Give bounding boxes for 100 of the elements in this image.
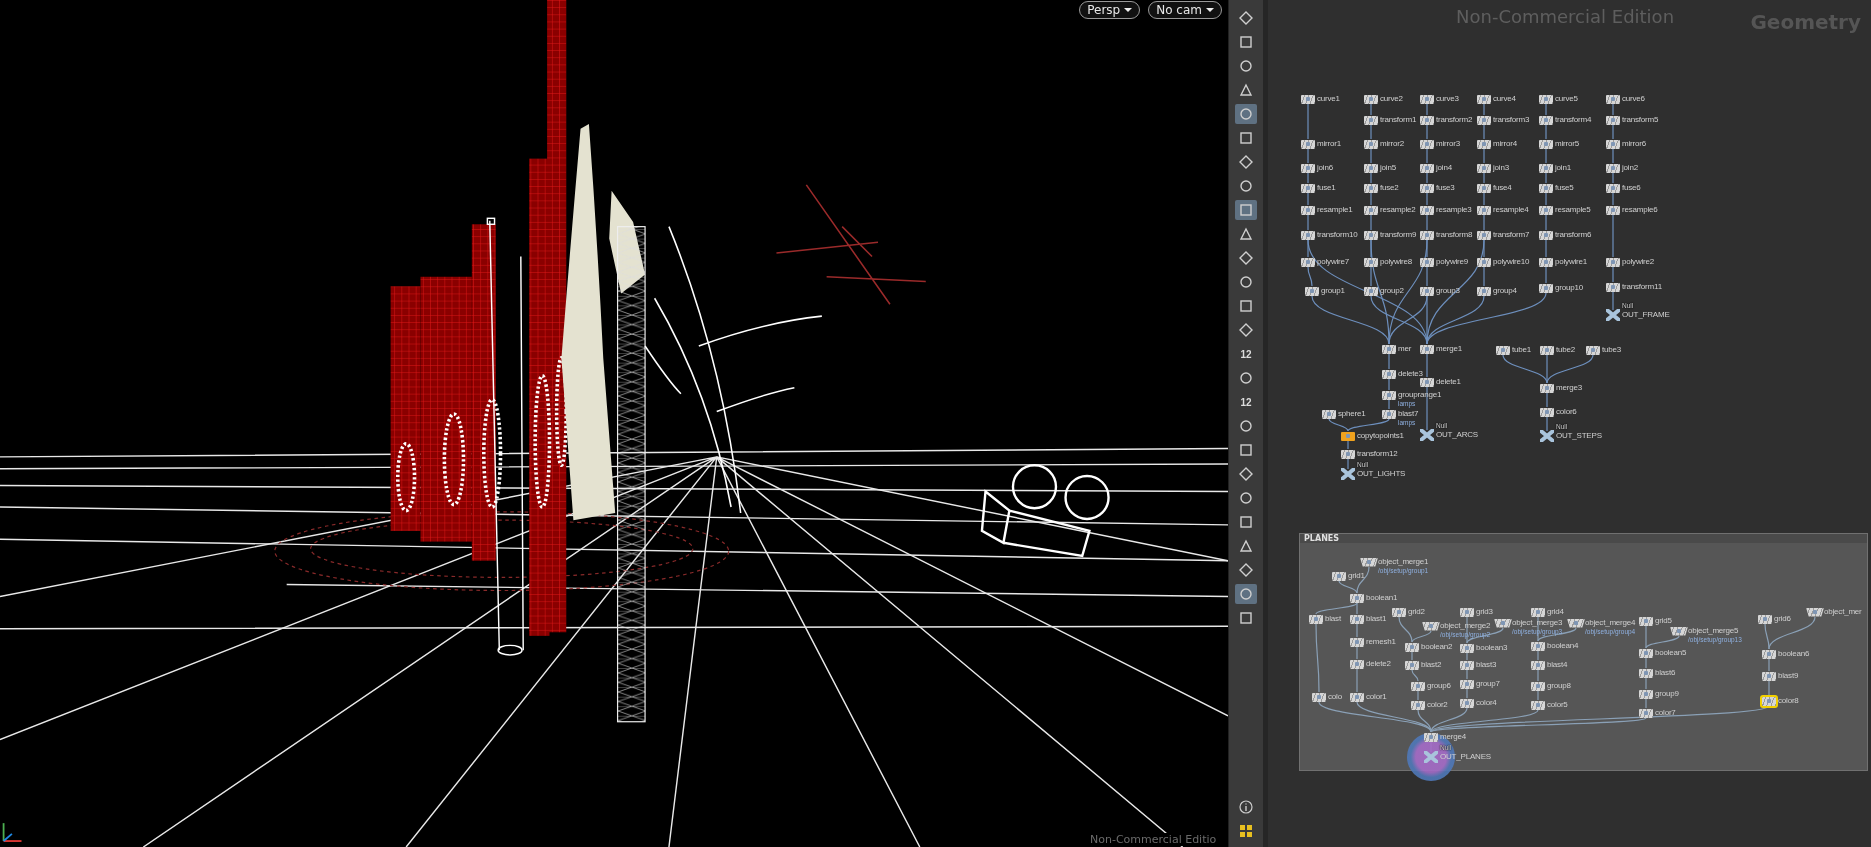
network-node[interactable] [1420, 94, 1434, 104]
tool-button[interactable]: 12 [1235, 344, 1257, 364]
network-node[interactable] [1364, 257, 1378, 267]
network-node[interactable] [1420, 286, 1434, 296]
network-node[interactable] [1305, 286, 1319, 296]
network-node[interactable] [1539, 94, 1553, 104]
network-node[interactable] [1531, 641, 1545, 651]
network-node[interactable] [1477, 139, 1491, 149]
network-node[interactable] [1382, 390, 1396, 400]
camera-menu[interactable]: No cam [1148, 1, 1222, 19]
network-node[interactable] [1539, 230, 1553, 240]
network-node[interactable] [1422, 621, 1440, 631]
network-node[interactable] [1531, 607, 1545, 617]
network-node[interactable] [1539, 163, 1553, 173]
network-node[interactable] [1341, 431, 1355, 441]
network-node[interactable] [1301, 230, 1315, 240]
network-node[interactable] [1420, 163, 1434, 173]
network-node[interactable] [1332, 571, 1346, 581]
network-node[interactable] [1420, 139, 1434, 149]
network-node[interactable] [1301, 163, 1315, 173]
network-node[interactable] [1350, 692, 1364, 702]
network-node[interactable] [1606, 139, 1620, 149]
network-node[interactable] [1420, 257, 1434, 267]
network-node[interactable] [1411, 681, 1425, 691]
network-node[interactable] [1350, 593, 1364, 603]
network-node[interactable] [1539, 205, 1553, 215]
network-node[interactable] [1531, 700, 1545, 710]
network-node[interactable] [1639, 708, 1653, 718]
network-node[interactable] [1420, 183, 1434, 193]
network-editor[interactable] [1268, 0, 1871, 847]
network-node[interactable] [1477, 183, 1491, 193]
network-node[interactable] [1420, 205, 1434, 215]
network-node[interactable] [1301, 183, 1315, 193]
network-node[interactable] [1606, 94, 1620, 104]
network-node[interactable] [1350, 614, 1364, 624]
network-node[interactable] [1405, 660, 1419, 670]
network-node[interactable] [1424, 751, 1438, 763]
network-node[interactable] [1460, 607, 1474, 617]
network-node[interactable] [1350, 659, 1364, 669]
network-node[interactable] [1420, 230, 1434, 240]
view-menu[interactable]: Persp [1079, 1, 1141, 19]
network-node[interactable] [1405, 642, 1419, 652]
network-node[interactable] [1477, 257, 1491, 267]
network-node[interactable] [1539, 139, 1553, 149]
network-node[interactable] [1460, 660, 1474, 670]
network-node[interactable] [1606, 282, 1620, 292]
network-node[interactable] [1539, 257, 1553, 267]
network-node[interactable] [1567, 618, 1585, 628]
network-node[interactable] [1477, 286, 1491, 296]
network-node[interactable] [1424, 732, 1438, 742]
tool-button[interactable] [1235, 584, 1257, 604]
network-node[interactable] [1540, 345, 1554, 355]
network-node[interactable] [1540, 407, 1554, 417]
tool-button[interactable] [1235, 104, 1257, 124]
network-node[interactable] [1639, 648, 1653, 658]
network-node[interactable] [1301, 205, 1315, 215]
network-node[interactable] [1539, 283, 1553, 293]
network-node[interactable] [1460, 698, 1474, 708]
network-node[interactable] [1420, 344, 1434, 354]
network-node[interactable] [1477, 205, 1491, 215]
network-node[interactable] [1639, 616, 1653, 626]
network-node[interactable] [1670, 626, 1688, 636]
network-node[interactable] [1364, 286, 1378, 296]
network-node[interactable] [1382, 409, 1396, 419]
network-node[interactable] [1762, 671, 1776, 681]
network-node[interactable] [1411, 700, 1425, 710]
network-node[interactable] [1496, 345, 1510, 355]
network-node[interactable] [1360, 557, 1378, 567]
network-node[interactable] [1586, 345, 1600, 355]
network-node[interactable] [1382, 344, 1396, 354]
network-node[interactable] [1301, 139, 1315, 149]
network-node[interactable] [1460, 679, 1474, 689]
network-node[interactable] [1364, 230, 1378, 240]
network-node[interactable] [1758, 614, 1772, 624]
network-node[interactable] [1477, 94, 1491, 104]
network-node[interactable] [1477, 230, 1491, 240]
network-node[interactable] [1301, 257, 1315, 267]
network-node[interactable] [1494, 618, 1512, 628]
network-node[interactable] [1382, 369, 1396, 379]
network-node[interactable] [1531, 681, 1545, 691]
network-node[interactable] [1806, 607, 1824, 617]
viewport[interactable]: Persp No cam Non-Commercial Editio [0, 0, 1228, 847]
network-node[interactable] [1364, 94, 1378, 104]
network-node[interactable] [1364, 183, 1378, 193]
network-node[interactable] [1460, 643, 1474, 653]
network-node[interactable] [1420, 115, 1434, 125]
network-node[interactable] [1420, 429, 1434, 441]
network-node[interactable] [1364, 163, 1378, 173]
network-node[interactable] [1322, 409, 1336, 419]
network-node[interactable] [1309, 614, 1323, 624]
network-node[interactable] [1392, 607, 1406, 617]
network-node[interactable] [1477, 115, 1491, 125]
network-node[interactable] [1531, 660, 1545, 670]
network-node[interactable] [1539, 115, 1553, 125]
network-node[interactable] [1606, 183, 1620, 193]
network-node[interactable] [1540, 430, 1554, 442]
network-node[interactable] [1606, 205, 1620, 215]
network-node[interactable] [1341, 449, 1355, 459]
network-node[interactable] [1762, 696, 1776, 706]
network-node[interactable] [1540, 383, 1554, 393]
